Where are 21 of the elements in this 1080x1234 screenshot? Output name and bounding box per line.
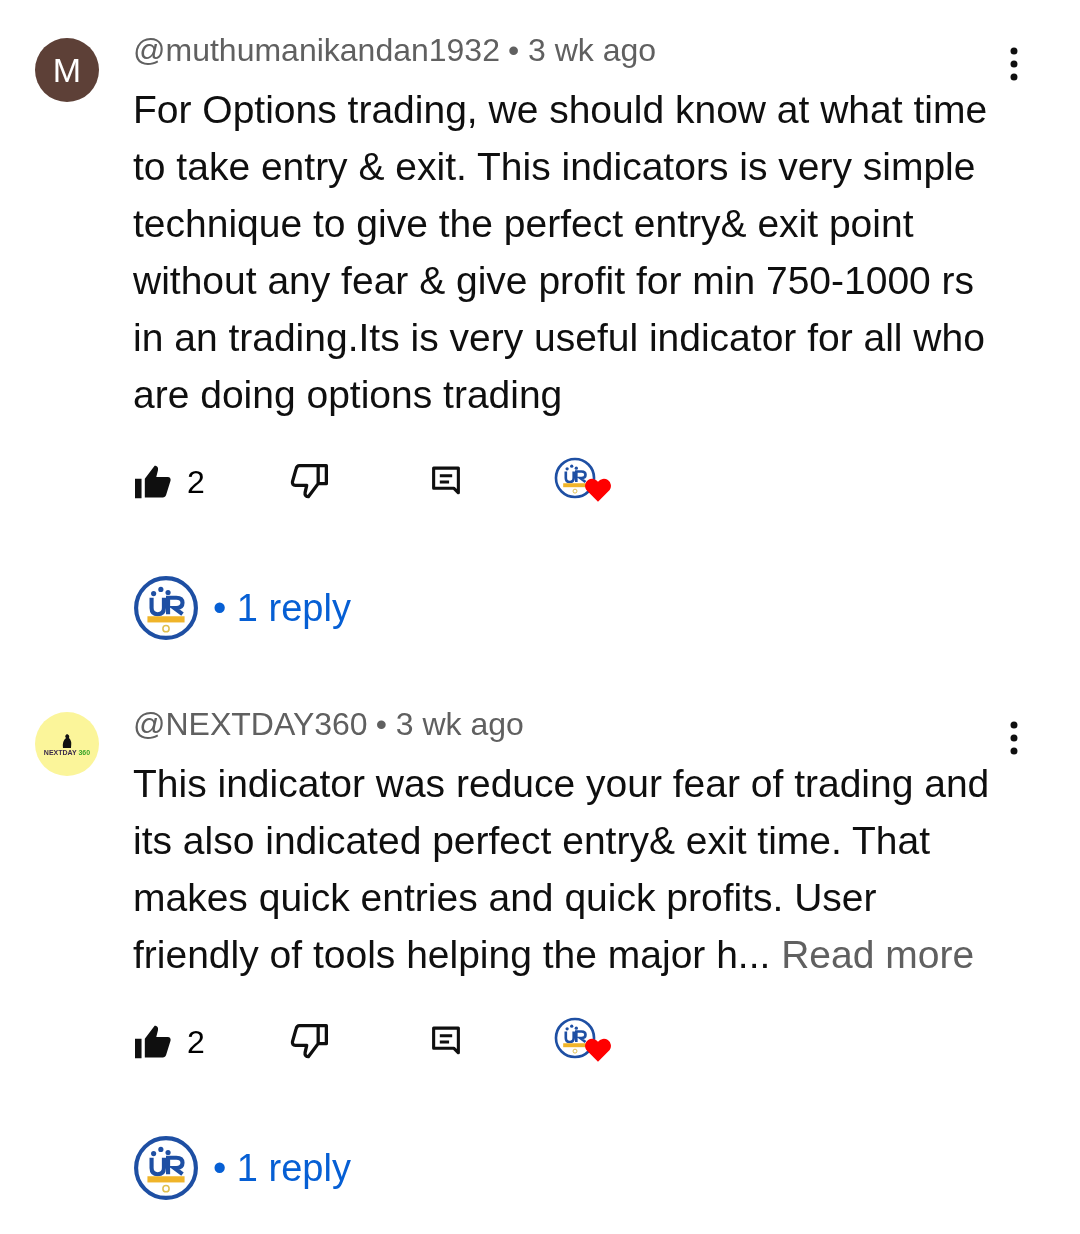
- like-count: 2: [187, 1023, 205, 1062]
- author-name[interactable]: @muthumanikandan1932: [133, 31, 500, 69]
- creator-logo: [133, 1135, 199, 1201]
- thumbs-up-icon[interactable]: [133, 1024, 173, 1060]
- author-name[interactable]: @NEXTDAY360: [133, 705, 368, 743]
- thumbs-down-icon[interactable]: [290, 464, 330, 500]
- avatar[interactable]: M: [35, 38, 99, 102]
- like-count: 2: [187, 463, 205, 502]
- timestamp: • 3 wk ago: [507, 31, 657, 69]
- comment-text: This indicator was reduce your fear of trading and its also indicated perfect entry& exit time. That makes quick entries and quick profits. User friendly of tools helping the major h... Read more: [133, 761, 991, 978]
- timestamp: • 3 wk ago: [375, 705, 524, 743]
- thumbs-up-icon[interactable]: [133, 464, 173, 500]
- comment-text: For Options trading, we should know at what time to take entry & exit. This indicators is very simple technique to give the perfect entry& exit point without any fear & give profit for min 750-1000 rs in an trading.Its is very useful indicator for all who are doing options trading: [133, 87, 989, 418]
- thumbs-down-icon[interactable]: [290, 1024, 330, 1060]
- replies-link[interactable]: • 1 reply: [213, 579, 351, 637]
- more-icon[interactable]: [1010, 47, 1018, 81]
- creator-logo: [133, 575, 199, 641]
- more-icon[interactable]: [1010, 721, 1018, 755]
- read-more-link[interactable]: Read more: [781, 933, 975, 976]
- figure-icon: [60, 732, 74, 749]
- replies-link[interactable]: • 1 reply: [213, 1139, 351, 1197]
